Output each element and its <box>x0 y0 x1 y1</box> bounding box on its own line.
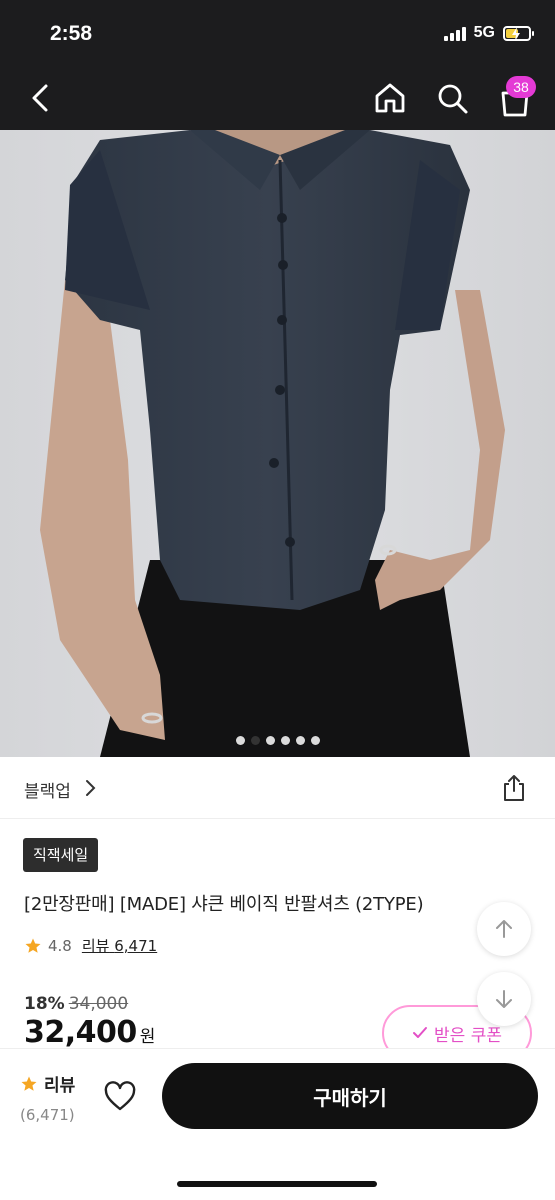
chevron-right-icon <box>86 780 96 796</box>
carousel-dot[interactable] <box>265 736 275 745</box>
currency-unit: 원 <box>139 1027 156 1047</box>
rating-value: 4.8 <box>48 936 72 955</box>
star-icon <box>21 1076 37 1091</box>
cart-count-badge: 38 <box>506 76 536 98</box>
review-summary-text: 리뷰 <box>44 1076 76 1096</box>
rating-row: 4.8 리뷰 6,471 <box>24 935 157 956</box>
network-label: 5G <box>473 24 495 41</box>
carousel-dot-active[interactable] <box>250 736 260 745</box>
heart-icon <box>104 1081 136 1111</box>
sale-tag: 직잭세일 <box>23 838 99 872</box>
signal-icon <box>443 25 466 41</box>
arrow-up-icon <box>496 920 512 938</box>
review-link-count: 6,471 <box>114 937 158 955</box>
bottom-action-bar: 리뷰 (6,471) 구매하기 <box>0 1048 555 1200</box>
search-icon <box>438 84 468 114</box>
review-summary-count: (6,471) <box>20 1106 75 1124</box>
scroll-down-button[interactable] <box>477 972 531 1026</box>
home-icon <box>375 83 405 113</box>
product-photo <box>0 130 555 757</box>
coupon-label: 받은 쿠폰 <box>434 1025 502 1046</box>
wishlist-button[interactable] <box>102 1079 138 1115</box>
carousel-indicators <box>0 736 555 745</box>
share-button[interactable] <box>500 773 528 803</box>
review-link[interactable]: 리뷰 6,471 <box>82 935 157 956</box>
check-icon <box>413 1027 428 1038</box>
status-time: 2:58 <box>50 22 93 45</box>
back-icon <box>32 84 48 112</box>
review-summary-label: 리뷰 <box>20 1071 75 1096</box>
review-link-label: 리뷰 <box>81 937 110 955</box>
search-button[interactable] <box>434 80 470 116</box>
battery-icon <box>503 25 534 41</box>
arrow-down-icon <box>496 990 512 1008</box>
discount-row: 18% 34,000 <box>24 994 128 1014</box>
discount-percent: 18% <box>24 994 65 1014</box>
carousel-dot[interactable] <box>235 736 245 745</box>
product-image-carousel[interactable] <box>0 130 555 757</box>
home-button[interactable] <box>372 80 408 116</box>
sale-price-value: 32,400 <box>24 1015 137 1050</box>
brand-row: 블랙업 <box>0 757 555 819</box>
carousel-dot[interactable] <box>295 736 305 745</box>
buy-button[interactable]: 구매하기 <box>162 1063 538 1129</box>
status-indicators: 5G <box>443 24 534 42</box>
carousel-dot[interactable] <box>280 736 290 745</box>
brand-link[interactable]: 블랙업 <box>24 777 71 802</box>
carousel-dot[interactable] <box>310 736 320 745</box>
app-header: 2:58 5G 38 <box>0 0 555 130</box>
home-indicator <box>177 1181 377 1187</box>
original-price: 34,000 <box>68 994 129 1014</box>
scroll-up-button[interactable] <box>477 902 531 956</box>
share-icon <box>504 775 524 801</box>
sale-price: 32,400 원 <box>24 1015 155 1050</box>
star-icon <box>25 938 41 953</box>
review-summary[interactable]: 리뷰 (6,471) <box>20 1071 75 1124</box>
product-title: [2만장판매] [MADE] 샤큰 베이직 반팔셔츠 (2TYPE) <box>24 894 424 915</box>
back-button[interactable] <box>24 80 60 116</box>
